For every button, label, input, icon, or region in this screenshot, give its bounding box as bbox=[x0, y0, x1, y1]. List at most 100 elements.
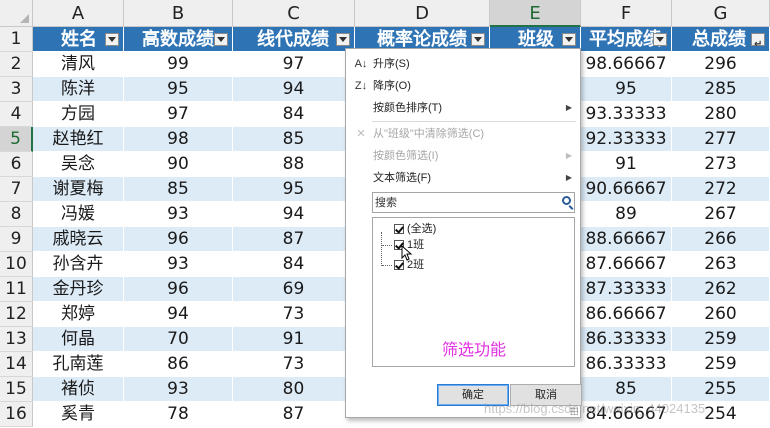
row-header[interactable]: 10 bbox=[0, 252, 33, 277]
table-cell[interactable]: 273 bbox=[672, 152, 770, 177]
row-header[interactable]: 5 bbox=[0, 127, 33, 152]
table-cell[interactable]: 93 bbox=[124, 202, 233, 227]
row-header[interactable]: 8 bbox=[0, 202, 33, 227]
table-cell[interactable]: 84 bbox=[233, 252, 355, 277]
column-header-b[interactable]: B bbox=[124, 0, 233, 27]
row-header[interactable]: 7 bbox=[0, 177, 33, 202]
table-cell[interactable]: 95 bbox=[581, 77, 672, 102]
table-cell[interactable]: 94 bbox=[233, 77, 355, 102]
table-cell[interactable]: 何晶 bbox=[33, 327, 124, 352]
row-header[interactable]: 4 bbox=[0, 102, 33, 127]
header-cell[interactable]: 姓名 bbox=[33, 27, 124, 52]
search-icon[interactable] bbox=[562, 196, 571, 205]
clear-filter-item[interactable]: ✕ 从"班级"中清除筛选(C) bbox=[346, 123, 580, 145]
table-cell[interactable]: 86.33333 bbox=[581, 327, 672, 352]
table-cell[interactable]: 73 bbox=[233, 302, 355, 327]
table-cell[interactable]: 99 bbox=[124, 52, 233, 77]
table-cell[interactable]: 91 bbox=[581, 152, 672, 177]
table-cell[interactable]: 262 bbox=[672, 277, 770, 302]
table-cell[interactable]: 259 bbox=[672, 352, 770, 377]
table-cell[interactable]: 259 bbox=[672, 327, 770, 352]
table-cell[interactable]: 郑婷 bbox=[33, 302, 124, 327]
table-cell[interactable]: 93 bbox=[124, 377, 233, 402]
table-cell[interactable]: 89 bbox=[581, 202, 672, 227]
header-cell[interactable]: 线代成绩 bbox=[233, 27, 355, 52]
column-header-a[interactable]: A bbox=[33, 0, 124, 27]
table-cell[interactable]: 奚青 bbox=[33, 402, 124, 427]
column-header-g[interactable]: G bbox=[672, 0, 770, 27]
table-cell[interactable]: 266 bbox=[672, 227, 770, 252]
filter-dropdown-icon[interactable] bbox=[471, 33, 485, 46]
table-cell[interactable]: 95 bbox=[124, 77, 233, 102]
table-cell[interactable]: 96 bbox=[124, 277, 233, 302]
table-cell[interactable]: 85 bbox=[581, 377, 672, 402]
table-cell[interactable]: 263 bbox=[672, 252, 770, 277]
table-cell[interactable]: 92.33333 bbox=[581, 127, 672, 152]
select-all-checkbox[interactable] bbox=[394, 224, 404, 234]
row-header[interactable]: 6 bbox=[0, 152, 33, 177]
table-cell[interactable]: 93 bbox=[124, 252, 233, 277]
table-cell[interactable]: 戚晓云 bbox=[33, 227, 124, 252]
filter-search-input[interactable] bbox=[375, 195, 553, 210]
row-header[interactable]: 2 bbox=[0, 52, 33, 77]
table-cell[interactable]: 267 bbox=[672, 202, 770, 227]
table-cell[interactable]: 94 bbox=[124, 302, 233, 327]
table-cell[interactable]: 78 bbox=[124, 402, 233, 427]
row-header[interactable]: 11 bbox=[0, 277, 33, 302]
table-cell[interactable]: 金丹珍 bbox=[33, 277, 124, 302]
table-cell[interactable]: 87 bbox=[233, 227, 355, 252]
table-cell[interactable]: 85 bbox=[124, 177, 233, 202]
table-cell[interactable]: 285 bbox=[672, 77, 770, 102]
filter-dropdown-icon[interactable] bbox=[336, 33, 350, 46]
table-cell[interactable]: 98 bbox=[124, 127, 233, 152]
filter-dropdown-icon[interactable] bbox=[105, 33, 119, 46]
table-cell[interactable]: 94 bbox=[233, 202, 355, 227]
table-cell[interactable]: 80 bbox=[233, 377, 355, 402]
column-header-c[interactable]: C bbox=[233, 0, 355, 27]
table-cell[interactable]: 冯媛 bbox=[33, 202, 124, 227]
table-cell[interactable]: 86.33333 bbox=[581, 352, 672, 377]
filter-dropdown-icon[interactable] bbox=[751, 32, 765, 51]
table-cell[interactable]: 70 bbox=[124, 327, 233, 352]
table-cell[interactable]: 赵艳红 bbox=[33, 127, 124, 152]
table-cell[interactable]: 69 bbox=[233, 277, 355, 302]
row-header[interactable]: 1 bbox=[0, 27, 33, 52]
filter-by-color-item[interactable]: 按颜色筛选(I) ▶ bbox=[346, 145, 580, 167]
table-cell[interactable]: 方园 bbox=[33, 102, 124, 127]
table-cell[interactable]: 98.66667 bbox=[581, 52, 672, 77]
table-cell[interactable]: 96 bbox=[124, 227, 233, 252]
header-cell[interactable]: 总成绩 bbox=[672, 27, 770, 52]
row-header[interactable]: 12 bbox=[0, 302, 33, 327]
sort-descending-item[interactable]: Z↓ 降序(O) bbox=[346, 75, 580, 97]
table-cell[interactable]: 孙含卉 bbox=[33, 252, 124, 277]
table-cell[interactable]: 280 bbox=[672, 102, 770, 127]
table-cell[interactable]: 谢夏梅 bbox=[33, 177, 124, 202]
table-cell[interactable]: 85 bbox=[233, 127, 355, 152]
table-cell[interactable]: 88 bbox=[233, 152, 355, 177]
column-header-d[interactable]: D bbox=[355, 0, 490, 27]
table-cell[interactable]: 90.66667 bbox=[581, 177, 672, 202]
table-cell[interactable]: 97 bbox=[124, 102, 233, 127]
table-cell[interactable]: 90 bbox=[124, 152, 233, 177]
select-all-corner[interactable] bbox=[0, 0, 33, 27]
table-cell[interactable]: 86.66667 bbox=[581, 302, 672, 327]
row-header[interactable]: 9 bbox=[0, 227, 33, 252]
table-cell[interactable]: 87.33333 bbox=[581, 277, 672, 302]
sort-ascending-item[interactable]: A↓ 升序(S) bbox=[346, 53, 580, 75]
table-cell[interactable]: 褚侦 bbox=[33, 377, 124, 402]
table-cell[interactable]: 84 bbox=[233, 102, 355, 127]
table-cell[interactable]: 255 bbox=[672, 377, 770, 402]
column-header-f[interactable]: F bbox=[581, 0, 672, 27]
row-header[interactable]: 16 bbox=[0, 402, 33, 427]
table-cell[interactable]: 93.33333 bbox=[581, 102, 672, 127]
sort-by-color-item[interactable]: 按颜色排序(T) ▶ bbox=[346, 97, 580, 119]
table-cell[interactable]: 95 bbox=[233, 177, 355, 202]
table-cell[interactable]: 吴念 bbox=[33, 152, 124, 177]
header-cell[interactable]: 高数成绩 bbox=[124, 27, 233, 52]
table-cell[interactable]: 88.66667 bbox=[581, 227, 672, 252]
table-cell[interactable]: 296 bbox=[672, 52, 770, 77]
table-cell[interactable]: 97 bbox=[233, 52, 355, 77]
table-cell[interactable]: 73 bbox=[233, 352, 355, 377]
filter-dropdown-icon[interactable] bbox=[214, 33, 228, 46]
table-cell[interactable]: 86 bbox=[124, 352, 233, 377]
